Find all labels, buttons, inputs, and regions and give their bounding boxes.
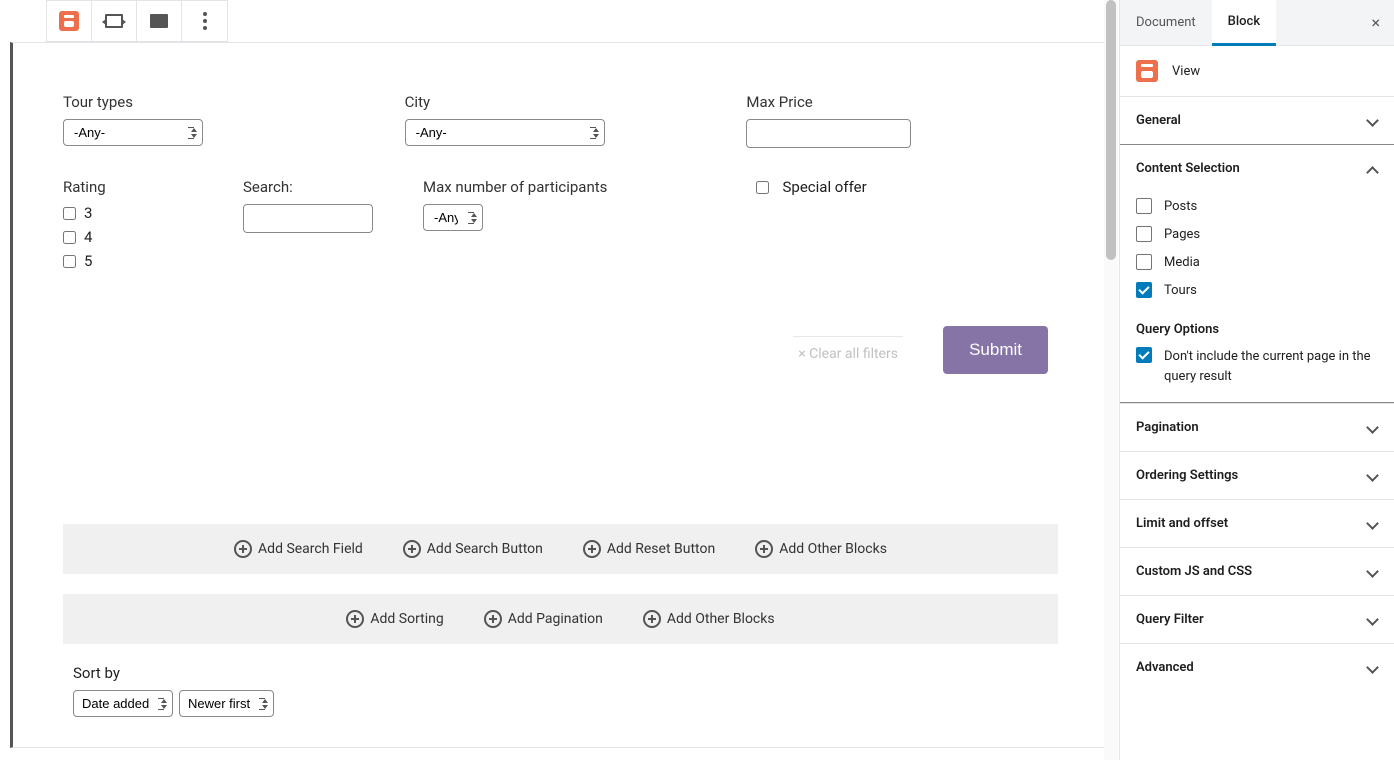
- panel-advanced: Advanced: [1120, 643, 1394, 691]
- chevron-down-icon: [1368, 471, 1378, 481]
- panel-custom-js-css: Custom JS and CSS: [1120, 547, 1394, 595]
- city-label: City: [405, 93, 717, 111]
- toolbox-logo-icon: [59, 11, 79, 31]
- tab-document[interactable]: Document: [1120, 1, 1212, 44]
- plus-circle-icon: [643, 610, 661, 628]
- block-name: View: [1172, 64, 1200, 79]
- pages-checkbox[interactable]: [1136, 226, 1152, 242]
- close-sidebar-button[interactable]: ×: [1357, 13, 1394, 32]
- settings-sidebar: Document Block × View General Content Se…: [1119, 0, 1394, 760]
- plus-circle-icon: [484, 610, 502, 628]
- panel-general-toggle[interactable]: General: [1120, 97, 1394, 144]
- pages-label: Pages: [1164, 227, 1200, 242]
- align-full-button[interactable]: [137, 1, 182, 41]
- add-buttons-row-1: Add Search Field Add Search Button Add R…: [63, 524, 1058, 574]
- add-reset-button-button[interactable]: Add Reset Button: [583, 540, 715, 558]
- special-offer-label: Special offer: [783, 178, 867, 196]
- chevron-down-icon: [1368, 567, 1378, 577]
- max-participants-label: Max number of participants: [423, 178, 726, 196]
- max-price-label: Max Price: [746, 93, 1058, 111]
- media-label: Media: [1164, 255, 1200, 270]
- align-wide-button[interactable]: [92, 1, 137, 41]
- plus-circle-icon: [403, 540, 421, 558]
- block-toolbar: [46, 0, 228, 42]
- max-participants-select[interactable]: -Any-: [423, 204, 483, 231]
- search-form: Tour types -Any- City -Any-: [13, 43, 1108, 404]
- sort-by-label: Sort by: [73, 664, 1058, 682]
- sort-field-select[interactable]: Date added: [73, 690, 173, 717]
- search-input[interactable]: [243, 204, 373, 233]
- chevron-down-icon: [1368, 423, 1378, 433]
- panel-query-filter: Query Filter: [1120, 595, 1394, 643]
- add-other-blocks-button[interactable]: Add Other Blocks: [755, 540, 887, 558]
- max-price-input[interactable]: [746, 119, 911, 148]
- add-search-button-button[interactable]: Add Search Button: [403, 540, 543, 558]
- panel-content-selection: Content Selection Posts Pages Media Tour…: [1120, 144, 1394, 403]
- add-other-blocks-button-2[interactable]: Add Other Blocks: [643, 610, 775, 628]
- rating-4-label: 4: [84, 228, 92, 246]
- block-info: View: [1120, 46, 1394, 96]
- submit-button[interactable]: Submit: [943, 326, 1048, 374]
- rating-5-checkbox[interactable]: [63, 255, 76, 268]
- scrollbar-thumb[interactable]: [1106, 0, 1116, 260]
- panel-content-selection-toggle[interactable]: Content Selection: [1120, 145, 1394, 192]
- plus-circle-icon: [583, 540, 601, 558]
- rating-3-checkbox[interactable]: [63, 207, 76, 220]
- chevron-up-icon: [1368, 164, 1378, 174]
- sort-order-select[interactable]: Newer first: [179, 690, 274, 717]
- panel-query-filter-toggle[interactable]: Query Filter: [1120, 596, 1394, 643]
- tours-label: Tours: [1164, 283, 1197, 298]
- city-select[interactable]: -Any-: [405, 119, 605, 146]
- tab-block[interactable]: Block: [1212, 0, 1276, 46]
- panel-limit-toggle[interactable]: Limit and offset: [1120, 500, 1394, 547]
- rating-4-checkbox[interactable]: [63, 231, 76, 244]
- toolbox-logo-icon: [1136, 60, 1158, 82]
- media-checkbox[interactable]: [1136, 254, 1152, 270]
- tour-types-label: Tour types: [63, 93, 375, 111]
- plus-circle-icon: [755, 540, 773, 558]
- panel-ordering-toggle[interactable]: Ordering Settings: [1120, 452, 1394, 499]
- panel-limit: Limit and offset: [1120, 499, 1394, 547]
- clear-filters-button[interactable]: × Clear all filters: [793, 336, 903, 365]
- add-search-field-button[interactable]: Add Search Field: [234, 540, 363, 558]
- block-type-button[interactable]: [47, 1, 92, 41]
- special-offer-checkbox[interactable]: [756, 181, 769, 194]
- rating-3-label: 3: [84, 204, 92, 222]
- view-block[interactable]: Tour types -Any- City -Any-: [10, 42, 1109, 748]
- align-full-icon: [150, 14, 168, 28]
- sort-section: Sort by Date added Newer first: [13, 664, 1108, 747]
- plus-circle-icon: [234, 540, 252, 558]
- chevron-down-icon: [1368, 519, 1378, 529]
- query-options-title: Query Options: [1136, 322, 1378, 337]
- chevron-down-icon: [1368, 116, 1378, 126]
- more-vertical-icon: [203, 12, 207, 30]
- panel-pagination-toggle[interactable]: Pagination: [1120, 404, 1394, 451]
- panel-pagination: Pagination: [1120, 403, 1394, 451]
- sidebar-tabs: Document Block ×: [1120, 0, 1394, 46]
- chevron-down-icon: [1368, 663, 1378, 673]
- rating-label: Rating: [63, 178, 213, 196]
- panel-advanced-toggle[interactable]: Advanced: [1120, 644, 1394, 691]
- align-wide-icon: [105, 14, 123, 28]
- add-buttons-row-2: Add Sorting Add Pagination Add Other Blo…: [63, 594, 1058, 644]
- exclude-current-checkbox[interactable]: [1136, 347, 1152, 363]
- exclude-current-label: Don't include the current page in the qu…: [1164, 347, 1378, 386]
- scrollbar[interactable]: [1104, 0, 1118, 760]
- plus-circle-icon: [346, 610, 364, 628]
- chevron-down-icon: [1368, 615, 1378, 625]
- tour-types-select[interactable]: -Any-: [63, 119, 203, 146]
- add-sorting-button[interactable]: Add Sorting: [346, 610, 443, 628]
- editor-canvas[interactable]: Tour types -Any- City -Any-: [0, 0, 1119, 760]
- posts-label: Posts: [1164, 199, 1197, 214]
- panel-general: General: [1120, 96, 1394, 144]
- panel-ordering: Ordering Settings: [1120, 451, 1394, 499]
- panel-custom-js-css-toggle[interactable]: Custom JS and CSS: [1120, 548, 1394, 595]
- search-label: Search:: [243, 178, 393, 196]
- tours-checkbox[interactable]: [1136, 282, 1152, 298]
- posts-checkbox[interactable]: [1136, 198, 1152, 214]
- add-pagination-button[interactable]: Add Pagination: [484, 610, 603, 628]
- rating-5-label: 5: [84, 252, 92, 270]
- more-options-button[interactable]: [182, 1, 227, 41]
